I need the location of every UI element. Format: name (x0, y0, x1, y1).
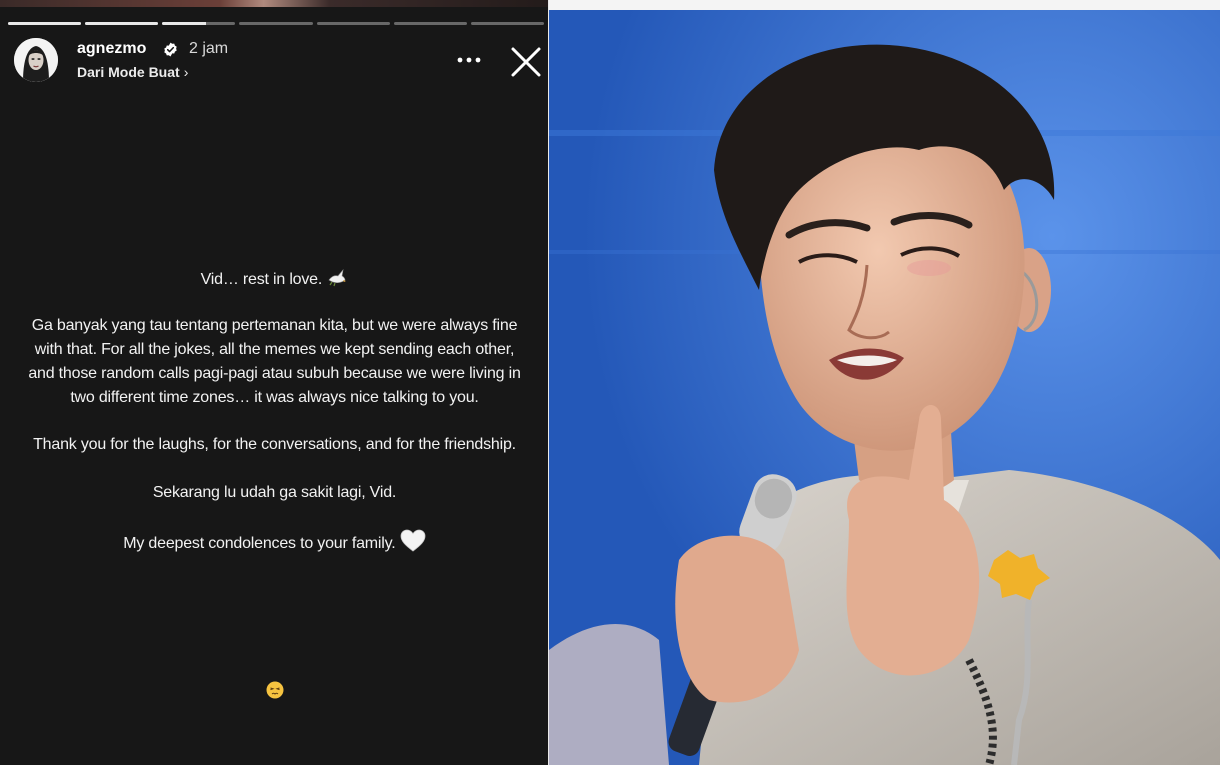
close-icon[interactable] (508, 44, 544, 80)
story-source-link[interactable]: Dari Mode Buat › (77, 64, 188, 80)
progress-segment-fill (8, 22, 82, 25)
progress-segment (470, 22, 544, 25)
more-options-icon[interactable] (452, 50, 486, 70)
progress-segment (316, 22, 390, 25)
progress-segment (162, 22, 236, 25)
message-line-1: Vid… rest in love. (0, 266, 549, 292)
message-paragraph-2: Ga banyak yang tau tentang pertemanan ki… (0, 314, 549, 410)
message-paragraph-4: Sekarang lu udah ga sakit lagi, Vid. (152, 484, 397, 501)
story-viewer: agnezmo 2 jam Dari Mode Buat › Vid… rest … (0, 0, 549, 765)
message-line: with that. For all the jokes, all the me… (34, 341, 515, 358)
story-progress-bar (8, 22, 544, 25)
message-text: Vid… rest in love. (200, 271, 323, 288)
white-heart-emoji (400, 529, 426, 552)
dove-emoji (328, 268, 347, 287)
progress-segment-fill (162, 22, 207, 25)
avatar-portrait-icon (14, 38, 58, 82)
previous-story-preview-strip (0, 0, 549, 7)
progress-segment (8, 22, 82, 25)
progress-segment (393, 22, 467, 25)
performer-illustration (549, 10, 1220, 765)
message-line: two different time zones… it was always … (70, 389, 479, 406)
message-paragraph-5: My deepest condolences to your family. (0, 529, 549, 556)
verified-badge-icon (164, 42, 177, 57)
profile-avatar[interactable] (14, 38, 58, 82)
performer-with-microphone-photo (549, 0, 1220, 765)
progress-segment (85, 22, 159, 25)
progress-segment-fill (85, 22, 159, 25)
story-timestamp: 2 jam (189, 40, 229, 57)
chevron-right-icon: › (183, 64, 189, 80)
progress-segment (239, 22, 313, 25)
message-line: Ga banyak yang tau tentang pertemanan ki… (31, 317, 518, 334)
message-line: and those random calls pagi-pagi atau su… (28, 365, 521, 382)
message-paragraph-3: Thank you for the laughs, for the conver… (33, 436, 516, 453)
persevering-face-emoji (266, 681, 284, 699)
story-username[interactable]: agnezmo (77, 40, 146, 58)
story-source-label: Dari Mode Buat (77, 64, 180, 80)
message-text: My deepest condolences to your family. (123, 535, 396, 552)
